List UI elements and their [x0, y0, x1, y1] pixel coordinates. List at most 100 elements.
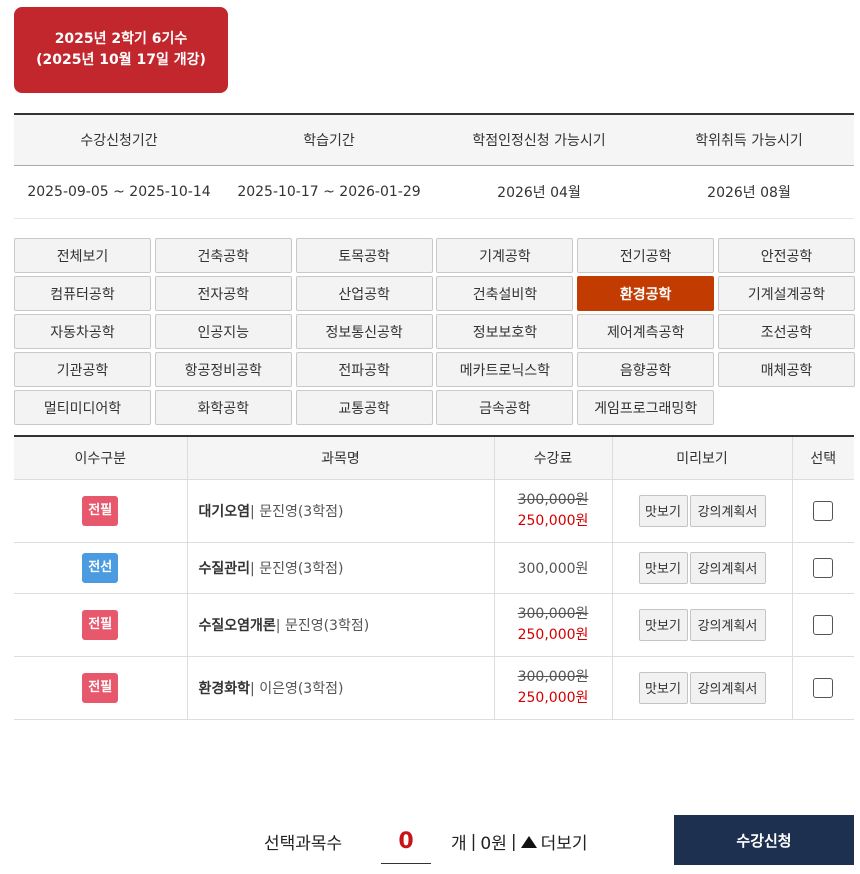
course-fee-cell: 300,000원 [493, 542, 612, 594]
major-filter-button[interactable]: 기계공학 [436, 238, 574, 273]
more-toggle[interactable]: 더보기 [520, 829, 588, 854]
major-filter-button[interactable]: 금속공학 [436, 390, 574, 425]
course-fee-cell: 300,000원 250,000원 [493, 656, 612, 720]
major-filter-button[interactable]: 정보통신공학 [295, 314, 433, 349]
course-instructor: | 이은영(3학점) [250, 680, 344, 697]
schedule-header-credit-recognition: 학점인정신청 가능시기 [472, 133, 606, 149]
major-filter-button[interactable]: 전파공학 [295, 352, 433, 387]
course-name-cell: 환경화학| 이은영(3학점) [186, 656, 494, 720]
syllabus-button[interactable]: 강의계획서 [689, 551, 766, 584]
course-title: 대기오염 [198, 503, 251, 520]
major-filter-button[interactable]: 멀티미디어학 [14, 390, 151, 425]
divider: | [510, 831, 517, 852]
major-filter-button[interactable]: 정보보호학 [436, 314, 574, 349]
schedule-credit-recognition: 2026년 04월 [497, 185, 581, 201]
syllabus-button[interactable]: 강의계획서 [689, 608, 766, 641]
course-name-cell: 대기오염| 문진영(3학점) [186, 479, 494, 543]
total-price: 0원 [480, 834, 507, 854]
major-filter-button[interactable]: 전기공학 [577, 238, 715, 273]
schedule-header-study-period: 학습기간 [303, 133, 355, 149]
course-type-badge: 전필 [82, 672, 119, 703]
course-select-checkbox[interactable] [813, 677, 834, 698]
table-row: 전필 환경화학| 이은영(3학점) 300,000원 250,000원 맛보기 강의… [14, 656, 854, 720]
major-filter-button[interactable]: 전체보기 [14, 238, 151, 273]
course-preview-cell: 맛보기 강의계획서 [611, 542, 792, 594]
sample-lecture-button[interactable]: 맛보기 [638, 494, 688, 527]
schedule-registration-period: 2025-09-05 ~ 2025-10-14 [27, 184, 211, 200]
col-header-select: 선택 [791, 436, 854, 480]
course-table: 이수구분 과목명 수강료 미리보기 선택 전필 대기오염| 문진영(3학점) 3… [14, 435, 854, 720]
original-price: 300,000원 [517, 605, 589, 622]
course-title: 환경화학 [198, 680, 251, 697]
selection-summary: 개 | 0원 | 더보기 [451, 829, 588, 855]
major-filter-button[interactable]: 메카트로닉스학 [436, 352, 574, 387]
major-filter-button[interactable]: 안전공학 [717, 238, 855, 273]
major-filter-button[interactable]: 건축공학 [154, 238, 292, 273]
syllabus-button[interactable]: 강의계획서 [689, 671, 766, 704]
course-fee-cell: 300,000원 250,000원 [493, 479, 612, 543]
schedule-table: 수강신청기간 학습기간 학점인정신청 가능시기 학위취득 가능시기 2025-0… [14, 113, 854, 219]
syllabus-button[interactable]: 강의계획서 [689, 494, 766, 527]
discount-price: 250,000원 [517, 689, 589, 706]
selected-count-value: 0 [381, 820, 431, 864]
major-filter-button[interactable]: 조선공학 [717, 314, 855, 349]
major-filter-button[interactable]: 기계설계공학 [717, 276, 855, 311]
course-title: 수질오염개론 [198, 617, 276, 634]
course-select-checkbox[interactable] [813, 557, 834, 578]
course-title: 수질관리 [198, 560, 251, 577]
col-header-type: 이수구분 [14, 436, 187, 480]
course-fee-cell: 300,000원 250,000원 [493, 593, 612, 657]
term-start-date: (2025년 10월 17일 개강) [36, 52, 206, 68]
course-preview-cell: 맛보기 강의계획서 [611, 593, 792, 657]
more-label: 더보기 [540, 834, 588, 854]
sample-lecture-button[interactable]: 맛보기 [638, 551, 688, 584]
major-filter-button[interactable]: 자동차공학 [14, 314, 151, 349]
register-button[interactable]: 수강신청 [674, 815, 854, 865]
discount-price: 250,000원 [517, 512, 589, 529]
major-filter-button[interactable]: 화학공학 [154, 390, 292, 425]
major-filter-button[interactable]: 매체공학 [717, 352, 855, 387]
major-filter-button[interactable]: 컴퓨터공학 [14, 276, 151, 311]
major-filter-button[interactable]: 토목공학 [295, 238, 433, 273]
col-header-course-name: 과목명 [186, 436, 494, 480]
course-price: 300,000원 [517, 560, 589, 577]
sample-lecture-button[interactable]: 맛보기 [638, 608, 688, 641]
major-filter-button[interactable]: 제어계측공학 [577, 314, 715, 349]
course-name-cell: 수질오염개론| 문진영(3학점) [186, 593, 494, 657]
course-type-badge: 전필 [82, 495, 119, 526]
discount-price: 250,000원 [517, 626, 589, 643]
course-preview-cell: 맛보기 강의계획서 [611, 656, 792, 720]
triangle-up-icon [520, 835, 537, 848]
major-filter-button[interactable]: 게임프로그래밍학 [577, 390, 715, 425]
course-name-cell: 수질관리| 문진영(3학점) [186, 542, 494, 594]
major-filter-button[interactable]: 인공지능 [154, 314, 292, 349]
sample-lecture-button[interactable]: 맛보기 [638, 671, 688, 704]
course-preview-cell: 맛보기 강의계획서 [611, 479, 792, 543]
course-select-checkbox[interactable] [813, 614, 834, 635]
major-filter-button[interactable]: 건축설비학 [436, 276, 574, 311]
table-row: 전선 수질관리| 문진영(3학점) 300,000원 맛보기 강의계획서 [14, 542, 854, 594]
major-filter-grid: 전체보기 건축공학 토목공학 기계공학 전기공학 안전공학컴퓨터공학 전자공학 산업공학 건축설… [14, 238, 855, 425]
table-row: 전필 수질오염개론| 문진영(3학점) 300,000원 250,000원 맛보기… [14, 593, 854, 657]
col-header-preview: 미리보기 [611, 436, 792, 480]
major-filter-button[interactable]: 음향공학 [577, 352, 715, 387]
term-badge: 2025년 2학기 6기수 (2025년 10월 17일 개강) [14, 7, 228, 93]
schedule-degree-acquisition: 2026년 08월 [707, 185, 791, 201]
major-filter-button[interactable]: 산업공학 [295, 276, 433, 311]
schedule-header-registration-period: 수강신청기간 [80, 133, 158, 149]
course-instructor: | 문진영(3학점) [275, 617, 370, 634]
course-select-checkbox[interactable] [813, 500, 834, 521]
course-table-header: 이수구분 과목명 수강료 미리보기 선택 [14, 436, 854, 480]
major-filter-button[interactable]: 교통공학 [295, 390, 433, 425]
major-filter-button[interactable]: 기관공학 [14, 352, 151, 387]
count-unit: 개 [451, 834, 467, 854]
selected-count-label: 선택과목수 [264, 834, 343, 854]
term-title: 2025년 2학기 6기수 [54, 31, 188, 47]
major-filter-button[interactable]: 항공정비공학 [154, 352, 292, 387]
original-price: 300,000원 [517, 668, 589, 685]
major-filter-button[interactable]: 전자공학 [154, 276, 292, 311]
schedule-header-degree-acquisition: 학위취득 가능시기 [695, 133, 803, 149]
course-instructor: | 문진영(3학점) [250, 560, 344, 577]
major-filter-button[interactable]: 환경공학 [577, 276, 715, 311]
table-row: 전필 대기오염| 문진영(3학점) 300,000원 250,000원 맛보기 강의… [14, 479, 854, 543]
